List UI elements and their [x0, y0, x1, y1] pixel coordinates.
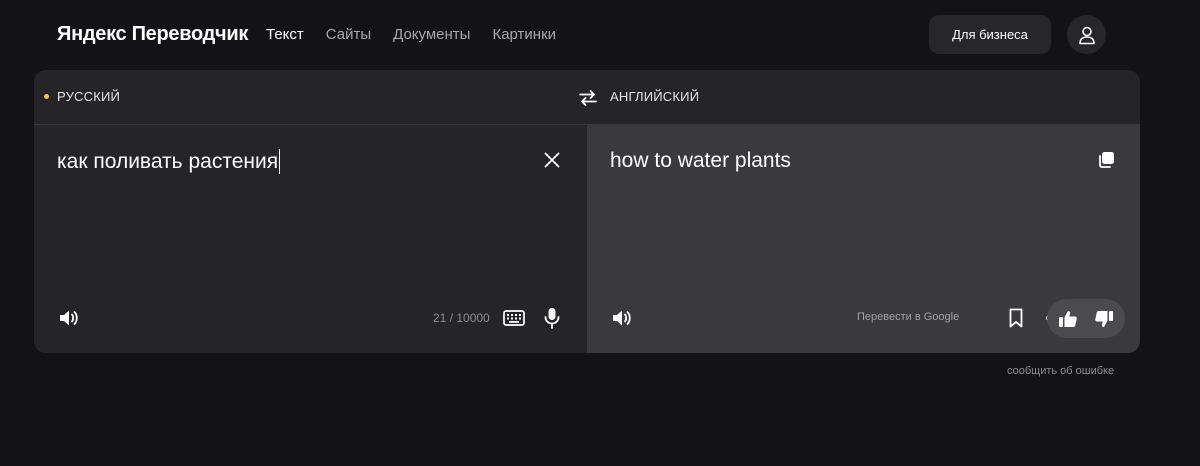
text-caret: [279, 149, 281, 174]
copy-icon: [1099, 152, 1114, 168]
translator-card: РУССКИЙ АНГЛИЙСКИЙ как поливать растения: [34, 70, 1140, 353]
target-speak-button[interactable]: [609, 306, 635, 330]
microphone-button[interactable]: [542, 305, 562, 331]
detected-dot: [44, 94, 49, 99]
bookmark-icon: [1009, 308, 1023, 328]
source-language-select[interactable]: РУССКИЙ: [44, 89, 120, 104]
source-pane: как поливать растения 21 / 10000: [34, 125, 587, 353]
copy-button[interactable]: [1095, 149, 1117, 171]
speaker-icon: [60, 310, 78, 326]
nav-item-documents[interactable]: Документы: [393, 26, 470, 43]
source-text-input[interactable]: как поливать растения: [57, 149, 281, 174]
rating-group: [1047, 299, 1125, 338]
bookmark-button[interactable]: [1006, 306, 1026, 330]
keyboard-icon: [503, 310, 525, 326]
language-bar: РУССКИЙ АНГЛИЙСКИЙ: [34, 70, 1140, 125]
source-text: как поливать растения: [57, 149, 279, 173]
target-language-select[interactable]: АНГЛИЙСКИЙ: [610, 89, 699, 104]
thumbs-down-button[interactable]: [1092, 307, 1116, 331]
nav-item-sites[interactable]: Сайты: [326, 26, 371, 43]
keyboard-button[interactable]: [502, 307, 526, 329]
thumbs-up-icon: [1059, 311, 1077, 327]
thumbs-up-button[interactable]: [1056, 307, 1080, 331]
thumbs-down-icon: [1095, 311, 1113, 327]
logo[interactable]: Яндекс Переводчик: [57, 23, 248, 46]
source-language-label: РУССКИЙ: [57, 89, 121, 104]
business-button[interactable]: Для бизнеса: [929, 15, 1051, 54]
nav-item-text[interactable]: Текст: [266, 26, 304, 43]
target-pane: how to water plants Перевести в Google: [587, 125, 1140, 353]
speaker-icon: [613, 310, 631, 326]
user-button[interactable]: [1067, 15, 1106, 54]
report-error-link[interactable]: сообщить об ошибке: [1007, 365, 1114, 377]
clear-button[interactable]: [541, 149, 563, 171]
swap-languages-button[interactable]: [577, 87, 599, 109]
char-counter: 21 / 10000: [433, 311, 490, 325]
main-nav: Текст Сайты Документы Картинки: [266, 26, 578, 43]
user-icon: [1078, 26, 1095, 44]
source-speak-button[interactable]: [56, 306, 82, 330]
translated-text: how to water plants: [610, 149, 791, 172]
nav-item-images[interactable]: Картинки: [492, 26, 556, 43]
translate-in-google-link[interactable]: Перевести в Google: [857, 311, 959, 323]
swap-icon: [579, 90, 597, 106]
header: Яндекс Переводчик Текст Сайты Документы …: [0, 0, 1200, 70]
close-icon: [544, 152, 560, 168]
microphone-icon: [544, 308, 560, 329]
